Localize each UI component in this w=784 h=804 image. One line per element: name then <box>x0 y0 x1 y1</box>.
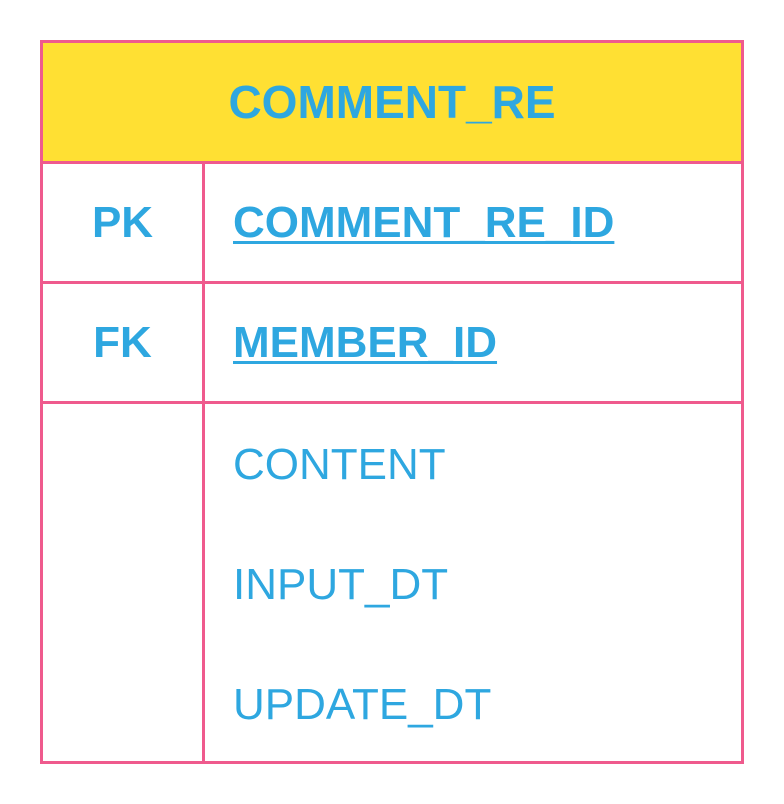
attribute-input-dt: INPUT_DT <box>233 560 449 609</box>
primary-key-row: PK COMMENT_RE_ID <box>43 164 741 284</box>
attribute-content: CONTENT <box>233 440 446 489</box>
attribute-update-dt: UPDATE_DT <box>233 680 492 729</box>
foreign-key-row: FK MEMBER_ID <box>43 284 741 404</box>
fk-label: FK <box>93 317 152 367</box>
entity-table-comment-re: COMMENT_RE PK COMMENT_RE_ID FK MEMBER_ID… <box>40 40 744 764</box>
attribute-list: CONTENT INPUT_DT UPDATE_DT <box>205 405 741 761</box>
entity-title: COMMENT_RE <box>228 76 556 128</box>
entity-header: COMMENT_RE <box>43 43 741 164</box>
fk-field: MEMBER_ID <box>233 317 498 367</box>
pk-label: PK <box>91 197 154 247</box>
pk-field: COMMENT_RE_ID <box>233 197 615 247</box>
